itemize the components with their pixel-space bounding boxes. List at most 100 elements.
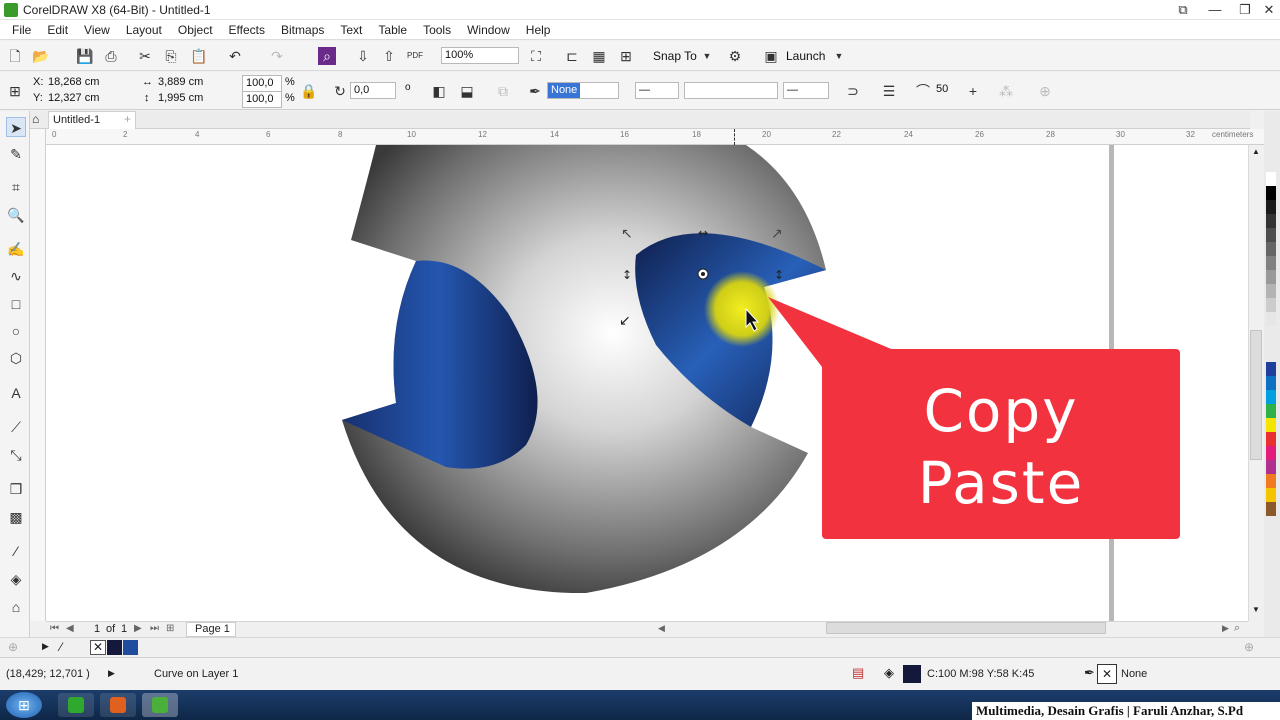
paste-icon[interactable]: 📋 [190,47,208,65]
menu-text[interactable]: Text [332,23,370,37]
color-proofing-icon[interactable]: ▤ [852,665,864,681]
drop-shadow-icon[interactable]: ❒ [6,479,26,499]
last-page-icon[interactable]: ⏭ [150,623,159,634]
import-icon[interactable]: ⇩ [354,47,372,65]
palette-swatch[interactable] [1266,460,1276,474]
menu-view[interactable]: View [76,23,118,37]
taskbar-app-green-icon[interactable] [58,693,94,717]
publish-pdf-icon[interactable]: PDF [406,47,424,65]
add-icon[interactable]: ⊕ [1036,82,1054,100]
connector-tool-icon[interactable]: ⤡ [6,445,26,465]
open-folder-icon[interactable]: 📂 [32,47,50,65]
transparency-tool-icon[interactable]: ▩ [6,507,26,527]
reflect-nodes-icon[interactable]: ⁂ [997,82,1015,100]
search-content-icon[interactable]: ⌕ [318,47,336,65]
no-color-swatch[interactable]: ✕ [90,640,106,655]
options-gear-icon[interactable]: ⚙ [726,47,744,65]
palette-swatch[interactable] [1266,186,1276,200]
rectangle-tool-icon[interactable]: □ [6,294,26,314]
ellipse-tool-icon[interactable]: ○ [6,321,26,341]
palette-swatch[interactable] [1266,242,1276,256]
home-icon[interactable]: ⌂ [32,112,39,126]
chevron-down-icon[interactable]: ▼ [830,47,848,65]
palette-swatch[interactable] [1266,312,1276,326]
launch-app-icon[interactable]: ▣ [762,47,780,65]
palette-swatch[interactable] [1266,172,1276,186]
tab-untitled-1[interactable]: Untitled-1 [48,111,136,129]
new-document-icon[interactable]: 🗋 [6,47,24,65]
start-arrowhead-select[interactable]: — [635,82,679,99]
smoothing-field[interactable]: 50 [933,82,963,99]
new-tab-icon[interactable]: + [124,112,131,126]
x-position-field[interactable]: 18,268 cm [45,75,127,92]
palette-swatch[interactable] [1266,362,1276,376]
outline-pen-icon[interactable]: ✒ [526,82,544,100]
windows-start-icon[interactable]: ⊞ [6,692,42,718]
shape-tool-icon[interactable]: ✎ [6,144,26,164]
print-icon[interactable]: ⎙ [102,47,120,65]
show-grid-icon[interactable]: ▦ [590,47,608,65]
scroll-right-icon[interactable]: ▶ [1222,623,1229,634]
first-page-icon[interactable]: ⏮ [50,623,59,634]
palette-swatch[interactable] [1266,284,1276,298]
palette-swatch[interactable] [1266,228,1276,242]
menu-help[interactable]: Help [518,23,559,37]
redo-icon[interactable]: ↷ [268,47,286,65]
mirror-vertical-icon[interactable]: ⬓ [458,82,476,100]
freehand-tool-icon[interactable]: ✍ [6,239,26,259]
previous-page-icon[interactable]: ◀ [66,623,74,634]
minimize-button[interactable]: — [1200,0,1230,20]
snap-to-dropdown[interactable]: Snap To [653,49,697,63]
scroll-up-icon[interactable]: ▲ [1252,147,1260,156]
y-position-field[interactable]: 12,327 cm [45,91,127,108]
save-icon[interactable]: 💾 [76,47,94,65]
zoom-navigator-icon[interactable]: ⌕ [1234,622,1240,635]
rotation-icon[interactable]: ↻ [331,82,349,100]
text-wrap-icon[interactable]: ☰ [880,82,898,100]
palette-swatch[interactable] [1266,502,1276,516]
menu-effects[interactable]: Effects [221,23,273,37]
plus-icon[interactable]: + [964,82,982,100]
palette-swatch[interactable] [1266,488,1276,502]
scale-width-field[interactable]: 100,0 [242,75,282,92]
line-style-select[interactable] [684,82,778,99]
palette-swatch[interactable] [1266,200,1276,214]
eyedropper-icon[interactable]: ⁄ [60,640,62,654]
horizontal-scroll-thumb[interactable] [826,622,1106,634]
launch-dropdown[interactable]: Launch [786,49,825,63]
parallel-dimension-icon[interactable]: ⟋ [6,417,26,437]
palette-options-icon[interactable]: ⊕ [1244,640,1254,654]
export-icon[interactable]: ⇧ [380,47,398,65]
palette-swatch[interactable] [1266,390,1276,404]
vertical-scroll-thumb[interactable] [1250,330,1262,460]
restore-help-icon[interactable]: ⧉ [1168,0,1198,20]
close-curve-icon[interactable]: ⊃ [844,82,862,100]
outline-width-select[interactable]: None [547,82,619,99]
menu-edit[interactable]: Edit [39,23,76,37]
crop-tool-icon[interactable]: ⌗ [6,177,26,197]
palette-swatch[interactable] [1266,446,1276,460]
mirror-horizontal-icon[interactable]: ◧ [430,82,448,100]
palette-swatch[interactable] [1266,214,1276,228]
menu-tools[interactable]: Tools [415,23,459,37]
pick-tool-icon[interactable]: ➤ [6,117,26,137]
document-color-swatch[interactable] [123,640,138,655]
undo-icon[interactable]: ↶ [226,47,244,65]
object-origin-icon[interactable]: ⊞ [6,82,24,100]
end-arrowhead-select[interactable]: — [783,82,829,99]
menu-object[interactable]: Object [170,23,221,37]
tab-page-1[interactable]: Page 1 [186,622,236,637]
combine-icon[interactable]: ⧉ [494,82,512,100]
menu-layout[interactable]: Layout [118,23,170,37]
fill-color-swatch[interactable] [903,665,921,683]
taskbar-app-orange-icon[interactable] [100,693,136,717]
close-button[interactable]: ✕ [1254,0,1280,20]
palette-menu-icon[interactable]: ▶ [42,641,49,652]
palette-swatch[interactable] [1266,418,1276,432]
smart-fill-icon[interactable]: ⌂ [6,597,26,617]
palette-swatch[interactable] [1266,404,1276,418]
taskbar-coreldraw-icon[interactable] [142,693,178,717]
menu-file[interactable]: File [4,23,39,37]
eyedropper-tool-icon[interactable]: ⁄ [6,541,26,561]
object-height-field[interactable]: 1,995 cm [155,91,235,108]
